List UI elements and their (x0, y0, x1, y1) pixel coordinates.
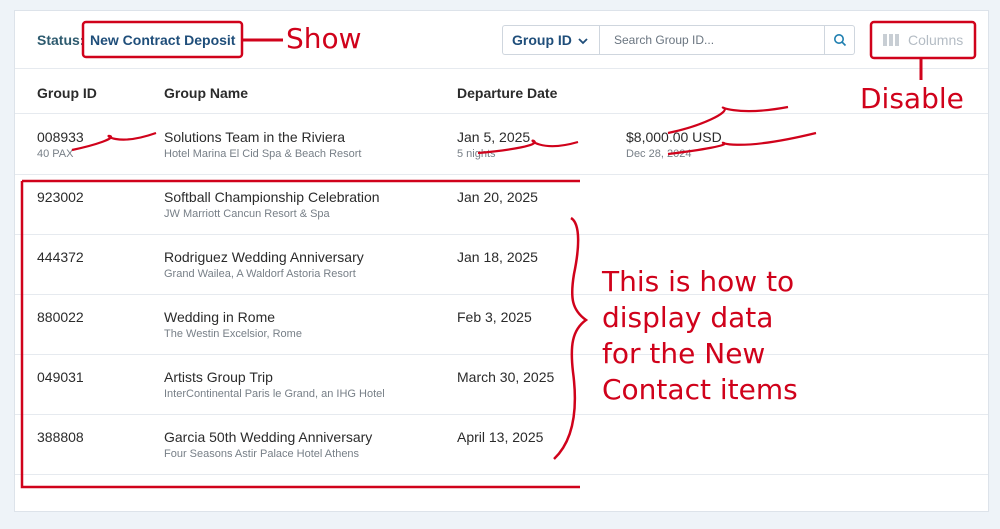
table-row[interactable]: 923002 Softball Championship Celebration… (15, 175, 988, 235)
group-id: 923002 (37, 189, 84, 205)
chevron-down-icon (578, 38, 588, 45)
deposit-date: Dec 28, 2024 (626, 148, 692, 160)
annotation-note: This is how to display data for the New … (602, 264, 798, 408)
group-name: Artists Group Trip (164, 369, 273, 385)
departure-date: March 30, 2025 (457, 369, 555, 385)
note-line: for the New (602, 337, 766, 370)
hotel-name: Hotel Marina El Cid Spa & Beach Resort (164, 148, 362, 160)
note-line: This is how to (602, 265, 795, 298)
group-name: Solutions Team in the Riviera (164, 129, 346, 145)
hotel-name: Four Seasons Astir Palace Hotel Athens (164, 448, 360, 460)
departure-date: April 13, 2025 (457, 429, 544, 445)
table-row[interactable]: 444372 Rodriguez Wedding Anniversary Gra… (15, 235, 988, 295)
search-button[interactable] (825, 25, 855, 55)
annotation-show: Show (286, 22, 362, 55)
note-line: display data (602, 301, 774, 334)
group-name: Rodriguez Wedding Anniversary (164, 249, 364, 265)
header-departure-date[interactable]: Departure Date (457, 85, 557, 101)
departure-date: Feb 3, 2025 (457, 309, 532, 325)
status-label: Status: (37, 32, 85, 48)
status-value[interactable]: New Contract Deposit (90, 32, 235, 48)
group-id: 049031 (37, 369, 84, 385)
group-id-select[interactable]: Group ID (502, 25, 599, 55)
toolbar: Status: New Contract Deposit Group ID Co… (15, 11, 988, 69)
hotel-name: JW Marriott Cancun Resort & Spa (164, 208, 330, 220)
nights: 5 nights (457, 148, 496, 160)
departure-date: Jan 5, 2025 (457, 129, 531, 145)
search-input[interactable] (599, 25, 825, 55)
group-id: 880022 (37, 309, 84, 325)
annotation-disable: Disable (860, 82, 964, 115)
departure-date: Jan 20, 2025 (457, 189, 538, 205)
hotel-name: Grand Wailea, A Waldorf Astoria Resort (164, 268, 356, 280)
table-row[interactable]: 008933 40 PAX Solutions Team in the Rivi… (15, 115, 988, 175)
columns-icon (883, 34, 899, 46)
table-row[interactable]: 049031 Artists Group Trip InterContinent… (15, 355, 988, 415)
groups-card: Status: New Contract Deposit Group ID Co… (14, 10, 989, 512)
pax-count: 40 PAX (37, 148, 74, 160)
header-group-id[interactable]: Group ID (37, 85, 97, 101)
table-row[interactable]: 388808 Garcia 50th Wedding Anniversary F… (15, 415, 988, 475)
departure-date: Jan 18, 2025 (457, 249, 538, 265)
group-name: Softball Championship Celebration (164, 189, 380, 205)
columns-button[interactable]: Columns (877, 25, 973, 55)
deposit-amount: $8,000.00 USD (626, 129, 722, 145)
columns-label: Columns (908, 32, 964, 48)
group-id: 388808 (37, 429, 84, 445)
group-name: Wedding in Rome (164, 309, 276, 325)
table-header: Group ID Group Name Departure Date (15, 69, 988, 114)
hotel-name: InterContinental Paris le Grand, an IHG … (164, 388, 385, 400)
group-select-label: Group ID (512, 32, 572, 48)
header-group-name[interactable]: Group Name (164, 85, 248, 101)
table-row[interactable]: 880022 Wedding in Rome The Westin Excels… (15, 295, 988, 355)
group-id: 444372 (37, 249, 84, 265)
group-id: 008933 (37, 129, 84, 145)
group-name: Garcia 50th Wedding Anniversary (164, 429, 373, 445)
hotel-name: The Westin Excelsior, Rome (164, 328, 302, 340)
note-line: Contact items (602, 373, 798, 406)
search-icon (833, 34, 846, 47)
